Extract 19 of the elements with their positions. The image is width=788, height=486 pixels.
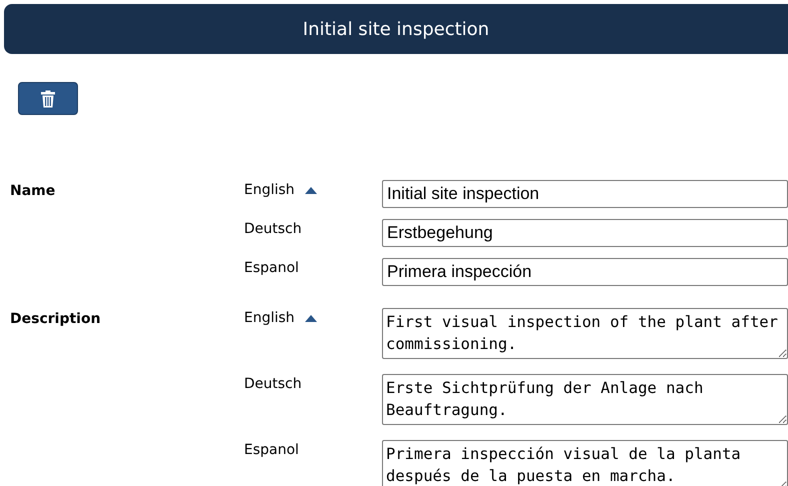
- field-label: Name: [10, 182, 56, 199]
- translation-input[interactable]: Primera inspección: [382, 258, 788, 286]
- language-label: Deutsch: [244, 221, 302, 237]
- translation-textarea[interactable]: Erste Sichtprüfung der Anlage nach Beauftragung.: [382, 374, 788, 425]
- page-title: Initial site inspection: [302, 18, 490, 40]
- language-label: Espanol: [244, 260, 299, 276]
- field-label: Description: [10, 310, 102, 327]
- language-label: English: [244, 182, 295, 198]
- translation-input[interactable]: Initial site inspection: [382, 180, 788, 208]
- translation-textarea[interactable]: Primera inspección visual de la planta después de la puesta en marcha.: [382, 440, 788, 486]
- translation-textarea[interactable]: First visual inspection of the plant after commissioning.: [382, 308, 788, 359]
- language-label: Espanol: [244, 442, 299, 458]
- caret-up-icon[interactable]: [304, 314, 317, 322]
- language-label: Deutsch: [244, 376, 302, 392]
- delete-button[interactable]: [18, 82, 78, 115]
- translation-input[interactable]: Erstbegehung: [382, 219, 788, 247]
- trash-icon: [40, 90, 56, 108]
- caret-up-icon[interactable]: [304, 186, 317, 194]
- language-label: English: [244, 310, 295, 326]
